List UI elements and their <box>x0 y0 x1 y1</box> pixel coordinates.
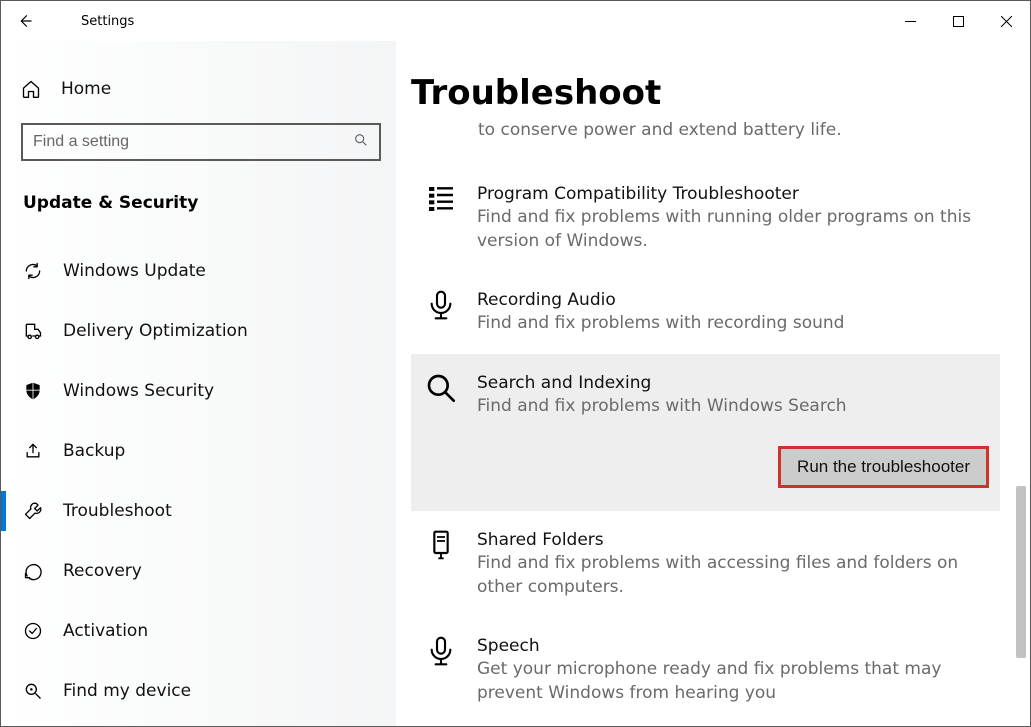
troubleshooter-desc: Get your microphone ready and fix proble… <box>477 658 990 706</box>
troubleshooter-item-speech[interactable]: SpeechGet your microphone ready and fix … <box>411 617 1000 724</box>
troubleshooter-item-shared-folders[interactable]: Shared FoldersFind and fix problems with… <box>411 511 1000 618</box>
run-troubleshooter-wrap: Run the troubleshooter <box>477 449 990 485</box>
minimize-button[interactable] <box>886 1 934 41</box>
backup-icon <box>23 441 63 461</box>
titlebar-left: Settings <box>1 1 134 41</box>
sidebar-item-label: Windows Update <box>63 261 206 281</box>
sidebar-item-activation[interactable]: Activation <box>21 601 382 661</box>
sidebar-item-label: Delivery Optimization <box>63 321 248 341</box>
back-button[interactable] <box>1 1 49 41</box>
sidebar-item-label: Activation <box>63 621 148 641</box>
window-body: Home Update & Security Windows Update Del… <box>1 41 1030 726</box>
compat-icon <box>425 183 477 254</box>
sidebar-home-label: Home <box>61 79 111 99</box>
search-input[interactable] <box>33 125 353 159</box>
page-title: Troubleshoot <box>411 73 1000 113</box>
delivery-icon <box>23 321 63 341</box>
intro-text: to conserve power and extend battery lif… <box>478 119 1000 143</box>
troubleshooter-text: SpeechGet your microphone ready and fix … <box>477 635 1000 706</box>
settings-window: Settings Home <box>0 0 1031 727</box>
troubleshooter-item-recording-audio[interactable]: Recording AudioFind and fix problems wit… <box>411 271 1000 354</box>
troubleshooter-title: Shared Folders <box>477 529 990 552</box>
troubleshooter-title: Recording Audio <box>477 289 990 312</box>
sidebar-item-delivery-optimization[interactable]: Delivery Optimization <box>21 301 382 361</box>
sidebar-item-find-my-device[interactable]: Find my device <box>21 661 382 721</box>
sidebar-item-label: Recovery <box>63 561 142 581</box>
recovery-icon <box>23 561 63 581</box>
troubleshooter-title: Program Compatibility Troubleshooter <box>477 183 990 206</box>
troubleshooter-title: Search and Indexing <box>477 372 990 395</box>
troubleshooter-item-video-playback[interactable]: Video Playback <box>411 724 1000 726</box>
troubleshooter-list: Program Compatibility TroubleshooterFind… <box>411 165 1000 726</box>
mic-icon <box>425 635 477 706</box>
sidebar: Home Update & Security Windows Update Del… <box>1 41 396 726</box>
troubleshooter-text: Program Compatibility TroubleshooterFind… <box>477 183 1000 254</box>
troubleshooter-item-program-compat[interactable]: Program Compatibility TroubleshooterFind… <box>411 165 1000 272</box>
troubleshooter-desc: Find and fix problems with recording sou… <box>477 312 990 336</box>
troubleshooter-text: Shared FoldersFind and fix problems with… <box>477 529 1000 600</box>
sidebar-home[interactable]: Home <box>21 63 382 115</box>
find-icon <box>23 681 63 701</box>
close-icon <box>1001 16 1012 27</box>
shared-icon <box>425 529 477 600</box>
search-mag-icon <box>425 372 477 485</box>
sidebar-item-label: Troubleshoot <box>63 501 172 521</box>
sidebar-item-windows-security[interactable]: Windows Security <box>21 361 382 421</box>
arrow-left-icon <box>16 12 34 30</box>
window-controls <box>886 1 1030 41</box>
search-wrap <box>21 123 382 161</box>
shield-icon <box>23 381 63 401</box>
mic-icon <box>425 289 477 336</box>
troubleshooter-desc: Find and fix problems with Windows Searc… <box>477 395 990 419</box>
sidebar-item-recovery[interactable]: Recovery <box>21 541 382 601</box>
titlebar: Settings <box>1 1 1030 41</box>
sidebar-item-troubleshoot[interactable]: Troubleshoot <box>21 481 382 541</box>
run-troubleshooter-button[interactable]: Run the troubleshooter <box>781 449 986 485</box>
window-title: Settings <box>81 14 134 29</box>
maximize-button[interactable] <box>934 1 982 41</box>
wrench-icon <box>23 501 63 521</box>
troubleshooter-desc: Find and fix problems with running older… <box>477 206 990 254</box>
troubleshooter-text: Search and IndexingFind and fix problems… <box>477 372 1000 485</box>
troubleshooter-text: Recording AudioFind and fix problems wit… <box>477 289 1000 336</box>
scrollbar-thumb[interactable] <box>1016 486 1026 657</box>
sidebar-item-label: Windows Security <box>63 381 214 401</box>
maximize-icon <box>953 16 964 27</box>
sidebar-item-backup[interactable]: Backup <box>21 421 382 481</box>
search-icon <box>353 132 369 152</box>
sidebar-item-label: Backup <box>63 441 125 461</box>
troubleshooter-item-search-indexing[interactable]: Search and IndexingFind and fix problems… <box>411 354 1000 511</box>
sidebar-nav-list: Windows Update Delivery Optimization Windo… <box>21 241 382 721</box>
check-icon <box>23 621 63 641</box>
sync-icon <box>23 261 63 281</box>
minimize-icon <box>905 16 916 27</box>
troubleshooter-desc: Find and fix problems with accessing fil… <box>477 552 990 600</box>
sidebar-item-windows-update[interactable]: Windows Update <box>21 241 382 301</box>
main-content: Troubleshoot to conserve power and exten… <box>396 41 1030 726</box>
troubleshooter-title: Speech <box>477 635 990 658</box>
home-icon <box>21 79 61 99</box>
scrollbar[interactable] <box>1014 41 1028 726</box>
search-box[interactable] <box>21 123 381 161</box>
sidebar-category-heading: Update & Security <box>23 193 382 213</box>
sidebar-item-label: Find my device <box>63 681 191 701</box>
close-button[interactable] <box>982 1 1030 41</box>
